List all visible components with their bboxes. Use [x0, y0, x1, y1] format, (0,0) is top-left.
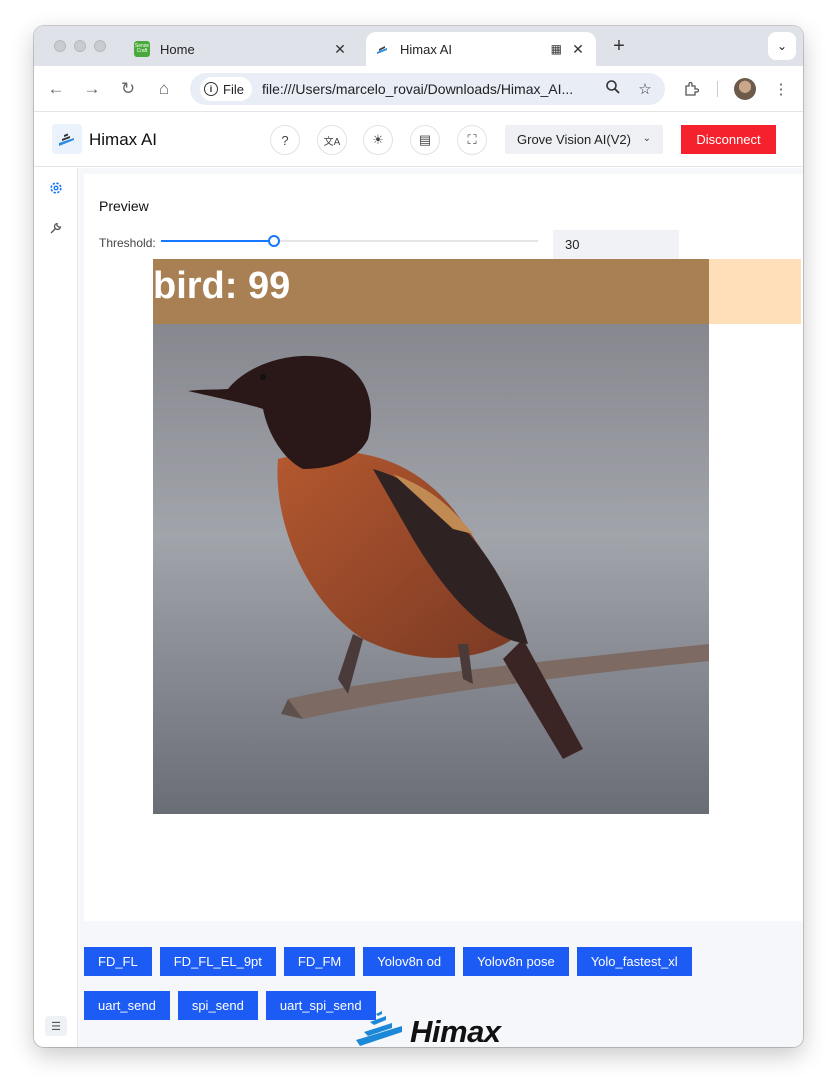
more-menu-icon[interactable]: ⋮: [770, 78, 792, 100]
device-select[interactable]: Grove Vision AI(V2) ⌄: [505, 125, 663, 154]
extensions-icon[interactable]: [680, 78, 702, 100]
translate-icon: 文A: [323, 136, 341, 148]
zoom-icon[interactable]: [601, 79, 625, 99]
maximize-window-button[interactable]: [94, 40, 106, 52]
tab-search-chevron-icon[interactable]: ⌄: [768, 32, 796, 60]
new-tab-icon[interactable]: +: [608, 35, 630, 58]
sidebar: ☰: [34, 168, 78, 1047]
model-button-fd-fl-el-9pt[interactable]: FD_FL_EL_9pt: [159, 947, 276, 976]
home-icon[interactable]: ⌂: [153, 78, 175, 100]
close-window-button[interactable]: [54, 40, 66, 52]
tab-himax-ai[interactable]: Himax AI ▦ ✕: [366, 32, 596, 66]
slider-handle[interactable]: [268, 235, 281, 247]
threshold-input[interactable]: [553, 230, 679, 259]
device-select-value: Grove Vision AI(V2): [517, 132, 631, 147]
app-header: Himax AI ? 文A ☀ ▤ ⛶ Grove Vision AI(V2) …: [34, 112, 803, 167]
fullscreen-button[interactable]: ⛶: [457, 125, 487, 155]
chevron-down-icon: ⌄: [642, 133, 651, 144]
reload-icon[interactable]: ↻: [117, 78, 139, 100]
himax-footer-logo: Himax: [354, 1008, 534, 1047]
himax-logo-icon: [52, 124, 82, 154]
model-button-yolo-fastest-xl[interactable]: Yolo_fastest_xl: [576, 947, 692, 976]
fullscreen-icon: ⛶: [467, 132, 477, 147]
send-button-row: uart_send spi_send uart_spi_send: [84, 991, 376, 1020]
spi-send-button[interactable]: spi_send: [177, 991, 258, 1020]
language-button[interactable]: 文A: [317, 125, 347, 155]
himax-favicon-icon: [374, 41, 390, 57]
forward-arrow-icon[interactable]: →: [81, 78, 103, 100]
bird-photo: [153, 259, 709, 814]
footer-logo-text: Himax: [410, 1014, 501, 1047]
preview-panel: Preview Threshold: 30 bird: 99: [84, 174, 803, 921]
app-title: Himax AI: [89, 130, 158, 149]
sensecraft-favicon-icon: Sense Craft: [134, 41, 150, 57]
back-arrow-icon[interactable]: ←: [45, 78, 67, 100]
model-button-fd-fl[interactable]: FD_FL: [84, 947, 152, 976]
tab-title: Himax AI: [400, 41, 453, 57]
window-controls: [54, 40, 106, 52]
browser-toolbar: ← → ↻ ⌂ i File file:///Users/marcelo_rov…: [34, 66, 803, 112]
wrench-icon[interactable]: [48, 220, 64, 236]
sun-icon: ☀: [372, 132, 384, 147]
himax-logo-mark-icon: [356, 1011, 402, 1046]
tab-home[interactable]: Sense Craft Home ✕: [126, 32, 358, 66]
toolbar-divider: [717, 81, 718, 97]
tab-bar: Sense Craft Home ✕ Himax AI ▦ ✕ + ⌄: [34, 26, 803, 66]
minimize-window-button[interactable]: [74, 40, 86, 52]
info-icon: i: [204, 82, 218, 96]
profile-avatar[interactable]: [734, 78, 756, 100]
tab-media-icon[interactable]: ▦: [551, 42, 562, 56]
address-bar[interactable]: i File file:///Users/marcelo_rovai/Downl…: [190, 73, 665, 105]
threshold-slider[interactable]: [161, 235, 538, 247]
help-button[interactable]: ?: [270, 125, 300, 155]
disconnect-button[interactable]: Disconnect: [681, 125, 776, 154]
site-info-chip[interactable]: i File: [200, 77, 252, 101]
collapse-menu-icon[interactable]: ☰: [45, 1016, 67, 1036]
model-button-fd-fm[interactable]: FD_FM: [283, 947, 356, 976]
close-icon[interactable]: ✕: [330, 41, 350, 58]
document-icon: ▤: [418, 132, 432, 147]
model-button-yolov8n-pose[interactable]: Yolov8n pose: [463, 947, 569, 976]
preview-title: Preview: [99, 198, 149, 214]
uart-send-button[interactable]: uart_send: [84, 991, 170, 1020]
camera-preview-image: [153, 259, 709, 814]
detection-overlay: bird: 99: [153, 259, 801, 324]
slider-track: [161, 240, 275, 242]
help-icon: ?: [281, 132, 289, 148]
model-button-yolov8n-od[interactable]: Yolov8n od: [363, 947, 456, 976]
settings-gear-icon[interactable]: [48, 180, 64, 196]
browser-window: Sense Craft Home ✕ Himax AI ▦ ✕ + ⌄ ← → …: [34, 26, 803, 1047]
detection-label-text: bird: 99: [153, 265, 291, 307]
scheme-label: File: [223, 81, 244, 97]
main-content: Preview Threshold: 30 bird: 99 FD_FL FD_…: [78, 168, 803, 1047]
document-button[interactable]: ▤: [410, 125, 440, 155]
url-text[interactable]: file:///Users/marcelo_rovai/Downloads/Hi…: [262, 81, 601, 97]
threshold-label: Threshold:: [99, 236, 156, 250]
detection-label-extension: [709, 259, 801, 324]
model-button-row: FD_FL FD_FL_EL_9pt FD_FM Yolov8n od Yolo…: [84, 947, 692, 976]
close-icon[interactable]: ✕: [568, 41, 588, 58]
tab-title: Home: [160, 41, 195, 57]
theme-button[interactable]: ☀: [363, 125, 393, 155]
bookmark-star-icon[interactable]: ☆: [633, 80, 657, 98]
